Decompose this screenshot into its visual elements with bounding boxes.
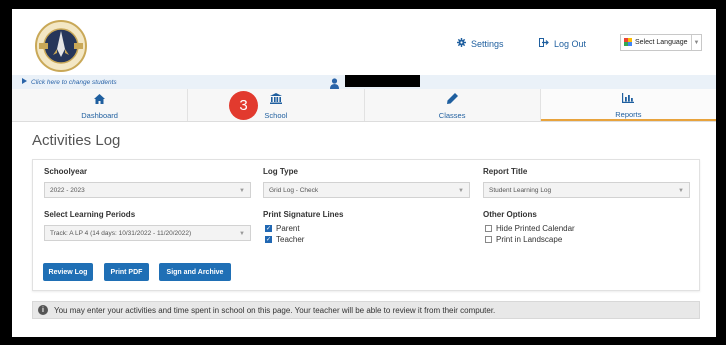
checkbox-checked-icon: ✓ <box>265 225 272 232</box>
student-bar: Click here to change students <box>12 75 716 89</box>
step-number-badge: 3 <box>229 91 258 120</box>
app-window: Settings Log Out Select Language ▼ Click… <box>12 9 716 337</box>
info-bar: i You may enter your activities and time… <box>32 301 700 319</box>
other-options-label: Other Options <box>483 210 537 219</box>
learning-periods-select[interactable]: Track: A LP 4 (14 days: 10/31/2022 - 11/… <box>44 225 251 241</box>
print-pdf-button[interactable]: Print PDF <box>104 263 149 281</box>
learning-periods-label: Select Learning Periods <box>44 210 136 219</box>
school-icon <box>269 91 282 109</box>
review-log-button[interactable]: Review Log <box>43 263 93 281</box>
landscape-label: Print in Landscape <box>496 235 563 244</box>
hide-calendar-checkbox[interactable]: Hide Printed Calendar <box>485 224 575 233</box>
checkbox-unchecked-icon <box>485 236 492 243</box>
change-students-label: Click here to change students <box>31 78 117 86</box>
hide-calendar-label: Hide Printed Calendar <box>496 224 575 233</box>
google-translate-icon <box>624 37 632 48</box>
school-logo[interactable] <box>34 19 88 73</box>
student-name-redacted <box>345 75 420 87</box>
parent-checkbox-label: Parent <box>276 224 300 233</box>
log-type-label: Log Type <box>263 167 298 176</box>
teacher-checkbox[interactable]: ✓ Teacher <box>265 235 304 244</box>
activities-log-form: Schoolyear 2022 - 2023 ▼ Log Type Grid L… <box>32 159 700 291</box>
report-title-value: Student Learning Log <box>489 186 552 194</box>
report-title-label: Report Title <box>483 167 528 176</box>
tab-label: Dashboard <box>81 110 118 120</box>
home-icon <box>94 91 106 109</box>
settings-link[interactable]: Settings <box>457 38 504 49</box>
tab-label: Classes <box>438 110 466 120</box>
info-text: You may enter your activities and time s… <box>54 305 496 315</box>
sign-archive-button[interactable]: Sign and Archive <box>159 263 231 281</box>
language-select[interactable]: Select Language ▼ <box>620 34 702 51</box>
schoolyear-label: Schoolyear <box>44 167 88 176</box>
parent-checkbox[interactable]: ✓ Parent <box>265 224 300 233</box>
logout-icon <box>539 38 549 49</box>
settings-label: Settings <box>471 38 504 49</box>
schoolyear-select[interactable]: 2022 - 2023 ▼ <box>44 182 251 198</box>
log-type-select[interactable]: Grid Log - Check ▼ <box>263 182 470 198</box>
checkbox-checked-icon: ✓ <box>265 236 272 243</box>
caret-right-icon <box>22 78 27 86</box>
schoolyear-value: 2022 - 2023 <box>50 186 85 194</box>
info-icon: i <box>38 305 48 315</box>
teacher-checkbox-label: Teacher <box>276 235 305 244</box>
tab-reports[interactable]: Reports <box>540 89 716 121</box>
log-type-value: Grid Log - Check <box>269 186 319 194</box>
chevron-down-icon: ▼ <box>239 188 245 194</box>
report-title-select[interactable]: Student Learning Log ▼ <box>483 182 690 198</box>
chevron-down-icon: ▼ <box>458 188 464 194</box>
chevron-down-icon: ▼ <box>691 35 701 50</box>
logout-link[interactable]: Log Out <box>539 38 586 49</box>
gear-icon <box>457 38 466 49</box>
page-title: Activities Log <box>32 132 121 149</box>
signature-lines-label: Print Signature Lines <box>263 210 344 219</box>
header: Settings Log Out Select Language ▼ <box>12 9 716 79</box>
chevron-down-icon: ▼ <box>239 231 245 237</box>
checkbox-unchecked-icon <box>485 225 492 232</box>
landscape-checkbox[interactable]: Print in Landscape <box>485 235 562 244</box>
language-select-label: Select Language <box>635 39 688 46</box>
pencil-icon <box>446 91 458 109</box>
bar-chart-icon <box>622 90 635 108</box>
tab-label: Reports <box>615 109 642 119</box>
tab-label: School <box>264 110 288 120</box>
tab-school[interactable]: School <box>188 89 365 121</box>
main-nav: Dashboard School Classes Reports <box>12 89 716 122</box>
tab-classes[interactable]: Classes <box>365 89 541 121</box>
logout-label: Log Out <box>554 38 587 49</box>
learning-periods-value: Track: A LP 4 (14 days: 10/31/2022 - 11/… <box>50 229 192 237</box>
change-students-link[interactable]: Click here to change students <box>22 78 117 86</box>
chevron-down-icon: ▼ <box>678 188 684 194</box>
tab-dashboard[interactable]: Dashboard <box>12 89 189 121</box>
